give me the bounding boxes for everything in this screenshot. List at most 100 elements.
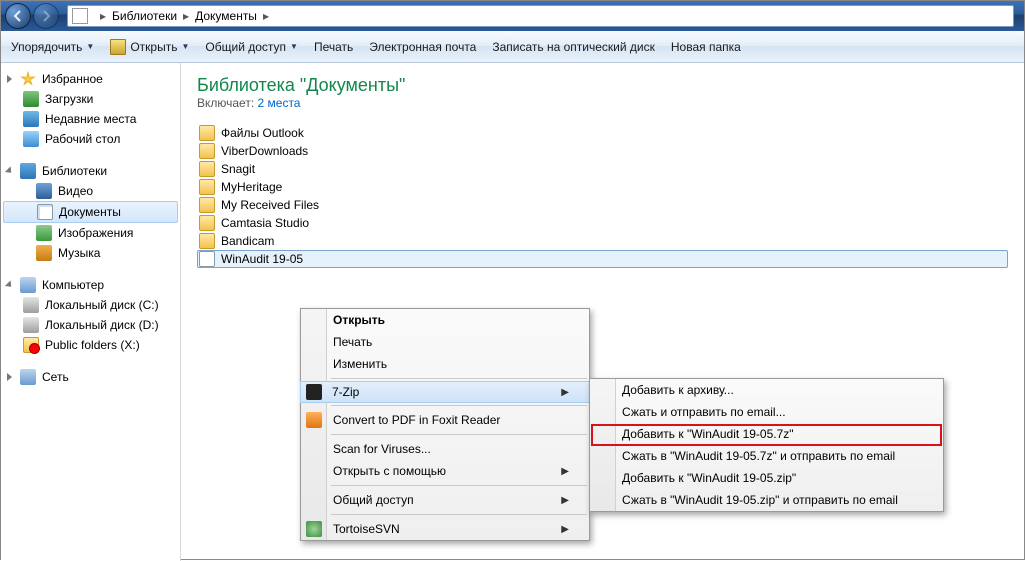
sidebar-item-disk-d[interactable]: Локальный диск (D:) — [1, 315, 180, 335]
expand-icon — [7, 373, 12, 381]
menu-item[interactable]: Сжать и отправить по email... — [590, 401, 943, 423]
open-button[interactable]: Открыть▼ — [110, 39, 189, 55]
desktop-icon — [23, 131, 39, 147]
sidebar-item-recent[interactable]: Недавние места — [1, 109, 180, 129]
sidebar-item-pictures[interactable]: Изображения — [1, 223, 180, 243]
menu-item-label: Добавить к "WinAudit 19-05.zip" — [622, 471, 796, 485]
chevron-down-icon: ▼ — [86, 42, 94, 51]
library-subtitle: Включает: 2 места — [197, 96, 1008, 110]
menu-item[interactable]: Сжать в "WinAudit 19-05.7z" и отправить … — [590, 445, 943, 467]
menu-separator — [331, 405, 587, 406]
menu-item-label: Добавить к архиву... — [622, 383, 734, 397]
file-icon — [199, 251, 215, 267]
menu-item-label: Общий доступ — [333, 493, 414, 507]
folder-item[interactable]: My Received Files — [197, 196, 1008, 214]
menu-separator — [331, 378, 587, 379]
folder-icon — [199, 215, 215, 231]
menu-separator — [331, 434, 587, 435]
sidebar-item-documents[interactable]: Документы — [3, 201, 178, 223]
expand-icon — [5, 166, 14, 175]
favorites-header[interactable]: Избранное — [1, 69, 180, 89]
folder-disconnected-icon — [23, 337, 39, 353]
sidebar-item-public-folders[interactable]: Public folders (X:) — [1, 335, 180, 355]
menu-item[interactable]: Открыть с помощью▶ — [301, 460, 589, 482]
menu-item[interactable]: TortoiseSVN▶ — [301, 518, 589, 540]
address-bar[interactable]: ▸ Библиотеки ▸ Документы ▸ — [67, 5, 1014, 27]
menu-item-label: Добавить к "WinAudit 19-05.7z" — [622, 427, 794, 441]
folder-item[interactable]: Файлы Outlook — [197, 124, 1008, 142]
file-item[interactable]: WinAudit 19-05 — [197, 250, 1008, 268]
item-label: Camtasia Studio — [221, 216, 309, 230]
back-button[interactable] — [5, 3, 31, 29]
network-header[interactable]: Сеть — [1, 367, 180, 387]
print-button[interactable]: Печать — [314, 40, 353, 54]
recent-icon — [23, 111, 39, 127]
sidebar-item-desktop[interactable]: Рабочий стол — [1, 129, 180, 149]
folder-item[interactable]: Snagit — [197, 160, 1008, 178]
library-icon — [20, 163, 36, 179]
folder-item[interactable]: Bandicam — [197, 232, 1008, 250]
sidebar-item-videos[interactable]: Видео — [1, 181, 180, 201]
chevron-down-icon: ▼ — [181, 42, 189, 51]
burn-button[interactable]: Записать на оптический диск — [492, 40, 655, 54]
menu-item[interactable]: Добавить к "WinAudit 19-05.7z" — [590, 423, 943, 445]
includes-link[interactable]: 2 места — [258, 96, 301, 110]
chevron-down-icon: ▼ — [290, 42, 298, 51]
download-icon — [23, 91, 39, 107]
sidebar-item-disk-c[interactable]: Локальный диск (C:) — [1, 295, 180, 315]
menu-item[interactable]: Общий доступ▶ — [301, 489, 589, 511]
chevron-right-icon[interactable]: ▸ — [183, 9, 189, 23]
chevron-right-icon[interactable]: ▸ — [100, 9, 106, 23]
forward-button[interactable] — [33, 3, 59, 29]
sidebar-item-music[interactable]: Музыка — [1, 243, 180, 263]
breadcrumb-current[interactable]: Документы — [195, 9, 257, 23]
menu-item-label: Сжать и отправить по email... — [622, 405, 786, 419]
menu-item-label: Scan for Viruses... — [333, 442, 431, 456]
menu-item[interactable]: Convert to PDF in Foxit Reader — [301, 409, 589, 431]
menu-item[interactable]: Изменить — [301, 353, 589, 375]
expand-icon — [5, 280, 14, 289]
email-button[interactable]: Электронная почта — [369, 40, 476, 54]
submenu-arrow-icon: ▶ — [543, 387, 569, 398]
video-icon — [36, 183, 52, 199]
folder-open-icon — [110, 39, 126, 55]
folder-item[interactable]: Camtasia Studio — [197, 214, 1008, 232]
chevron-right-icon[interactable]: ▸ — [263, 9, 269, 23]
share-button[interactable]: Общий доступ▼ — [205, 40, 298, 54]
disk-icon — [23, 297, 39, 313]
foxit-icon — [306, 412, 322, 428]
menu-item-label: Открыть — [333, 313, 385, 327]
image-icon — [36, 225, 52, 241]
menu-item[interactable]: Добавить к "WinAudit 19-05.zip" — [590, 467, 943, 489]
library-title: Библиотека "Документы" — [197, 75, 1008, 96]
libraries-header[interactable]: Библиотеки — [1, 161, 180, 181]
computer-header[interactable]: Компьютер — [1, 275, 180, 295]
folder-icon — [199, 161, 215, 177]
music-icon — [36, 245, 52, 261]
menu-item[interactable]: Печать — [301, 331, 589, 353]
menu-item-label: 7-Zip — [332, 385, 359, 399]
folder-icon — [199, 179, 215, 195]
menu-item[interactable]: Добавить к архиву... — [590, 379, 943, 401]
svn-icon — [306, 521, 322, 537]
sidebar-item-downloads[interactable]: Загрузки — [1, 89, 180, 109]
submenu-arrow-icon: ▶ — [543, 524, 569, 535]
menu-item-label: Convert to PDF in Foxit Reader — [333, 413, 500, 427]
menu-separator — [331, 514, 587, 515]
menu-item[interactable]: Scan for Viruses... — [301, 438, 589, 460]
item-label: ViberDownloads — [221, 144, 308, 158]
item-label: MyHeritage — [221, 180, 282, 194]
breadcrumb-root[interactable]: Библиотеки — [112, 9, 177, 23]
new-folder-button[interactable]: Новая папка — [671, 40, 741, 54]
menu-item[interactable]: Открыть — [301, 309, 589, 331]
menu-item[interactable]: Сжать в "WinAudit 19-05.zip" и отправить… — [590, 489, 943, 511]
menu-item[interactable]: 7-Zip ▶ — [300, 381, 590, 403]
item-label: Файлы Outlook — [221, 126, 304, 140]
menu-item-label: Открыть с помощью — [333, 464, 446, 478]
organize-button[interactable]: Упорядочить▼ — [11, 40, 94, 54]
folder-item[interactable]: ViberDownloads — [197, 142, 1008, 160]
folder-item[interactable]: MyHeritage — [197, 178, 1008, 196]
menu-item-label: Печать — [333, 335, 372, 349]
folder-icon — [199, 197, 215, 213]
folder-icon — [199, 233, 215, 249]
